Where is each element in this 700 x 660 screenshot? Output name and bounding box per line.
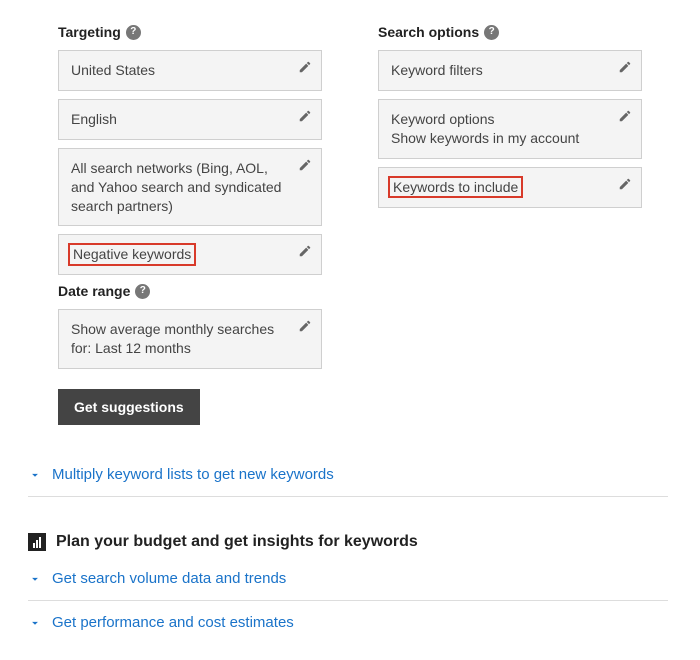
network-value: All search networks (Bing, AOL, and Yaho… — [71, 160, 281, 214]
keyword-options-field[interactable]: Keyword options Show keywords in my acco… — [378, 99, 642, 159]
pencil-icon — [298, 319, 312, 333]
multiply-link: Multiply keyword lists to get new keywor… — [52, 466, 334, 483]
targeting-column: Targeting ? United States English All se… — [58, 24, 322, 425]
language-field[interactable]: English — [58, 99, 322, 140]
chevron-down-icon — [28, 572, 42, 586]
keywords-include-field[interactable]: Keywords to include — [378, 167, 642, 208]
search-options-heading-text: Search options — [378, 24, 479, 40]
bar-chart-icon — [28, 533, 46, 551]
pencil-icon — [298, 60, 312, 74]
performance-row[interactable]: Get performance and cost estimates — [28, 601, 668, 644]
budget-heading-row: Plan your budget and get insights for ke… — [28, 533, 668, 551]
pencil-icon — [298, 244, 312, 258]
performance-link: Get performance and cost estimates — [52, 614, 294, 631]
search-volume-row[interactable]: Get search volume data and trends — [28, 557, 668, 601]
multiply-keyword-lists-row[interactable]: Multiply keyword lists to get new keywor… — [28, 453, 668, 497]
keyword-filters-field[interactable]: Keyword filters — [378, 50, 642, 91]
help-icon[interactable]: ? — [126, 25, 141, 40]
help-icon[interactable]: ? — [484, 25, 499, 40]
keyword-filters-value: Keyword filters — [391, 62, 483, 78]
network-field[interactable]: All search networks (Bing, AOL, and Yaho… — [58, 148, 322, 227]
targeting-heading-text: Targeting — [58, 24, 121, 40]
pencil-icon — [298, 109, 312, 123]
chevron-down-icon — [28, 616, 42, 630]
search-options-heading: Search options ? — [378, 24, 642, 40]
keyword-options-l1: Keyword options — [391, 111, 495, 127]
accordion-section: Multiply keyword lists to get new keywor… — [28, 453, 668, 644]
pencil-icon — [618, 109, 632, 123]
pencil-icon — [618, 60, 632, 74]
get-suggestions-button[interactable]: Get suggestions — [58, 389, 200, 425]
date-range-heading: Date range ? — [58, 283, 322, 299]
help-icon[interactable]: ? — [135, 284, 150, 299]
date-range-field[interactable]: Show average monthly searches for: Last … — [58, 309, 322, 369]
budget-heading-text: Plan your budget and get insights for ke… — [56, 533, 418, 551]
language-value: English — [71, 111, 117, 127]
search-options-column: Search options ? Keyword filters Keyword… — [378, 24, 642, 216]
search-volume-link: Get search volume data and trends — [52, 570, 286, 587]
pencil-icon — [618, 177, 632, 191]
keyword-options-l2: Show keywords in my account — [391, 130, 579, 146]
date-range-value: Show average monthly searches for: Last … — [71, 321, 274, 356]
negative-keywords-field[interactable]: Negative keywords — [58, 234, 322, 275]
targeting-heading: Targeting ? — [58, 24, 322, 40]
pencil-icon — [298, 158, 312, 172]
location-field[interactable]: United States — [58, 50, 322, 91]
chevron-down-icon — [28, 468, 42, 482]
negative-keywords-value: Negative keywords — [68, 243, 196, 265]
date-range-heading-text: Date range — [58, 283, 130, 299]
location-value: United States — [71, 62, 155, 78]
keywords-include-value: Keywords to include — [388, 176, 523, 198]
